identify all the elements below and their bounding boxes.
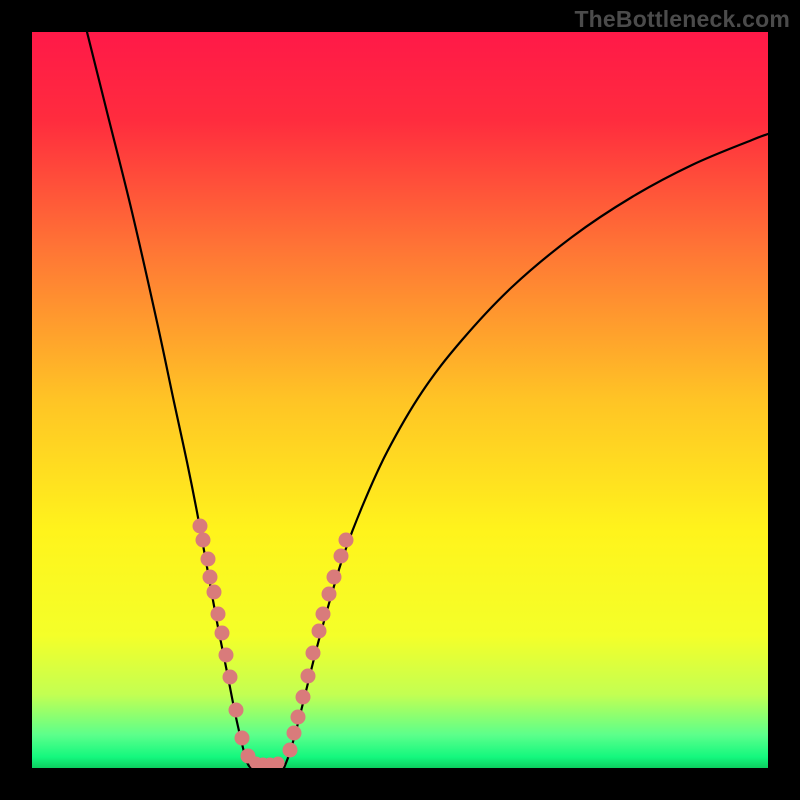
data-dot [306, 646, 321, 661]
data-dot [301, 669, 316, 684]
data-dot [211, 607, 226, 622]
data-dot [312, 624, 327, 639]
data-dot [203, 570, 218, 585]
chart-frame: TheBottleneck.com [0, 0, 800, 800]
data-dot [334, 549, 349, 564]
data-dot [322, 587, 337, 602]
data-dot [339, 533, 354, 548]
data-dot [201, 552, 216, 567]
data-dot [296, 690, 311, 705]
data-dot [223, 670, 238, 685]
data-dot [316, 607, 331, 622]
curve-layer [32, 32, 768, 768]
data-dot [207, 585, 222, 600]
data-dot [196, 533, 211, 548]
data-dot [272, 757, 285, 769]
watermark-text: TheBottleneck.com [574, 6, 790, 33]
data-dot [327, 570, 342, 585]
data-dot [283, 743, 298, 758]
data-dot [291, 710, 306, 725]
data-dot [229, 703, 244, 718]
data-dot [287, 726, 302, 741]
curve-right-curve [284, 134, 768, 768]
data-dot [219, 648, 234, 663]
data-dot [235, 731, 250, 746]
data-dot [193, 519, 208, 534]
data-dot [215, 626, 230, 641]
plot-area [32, 32, 768, 768]
